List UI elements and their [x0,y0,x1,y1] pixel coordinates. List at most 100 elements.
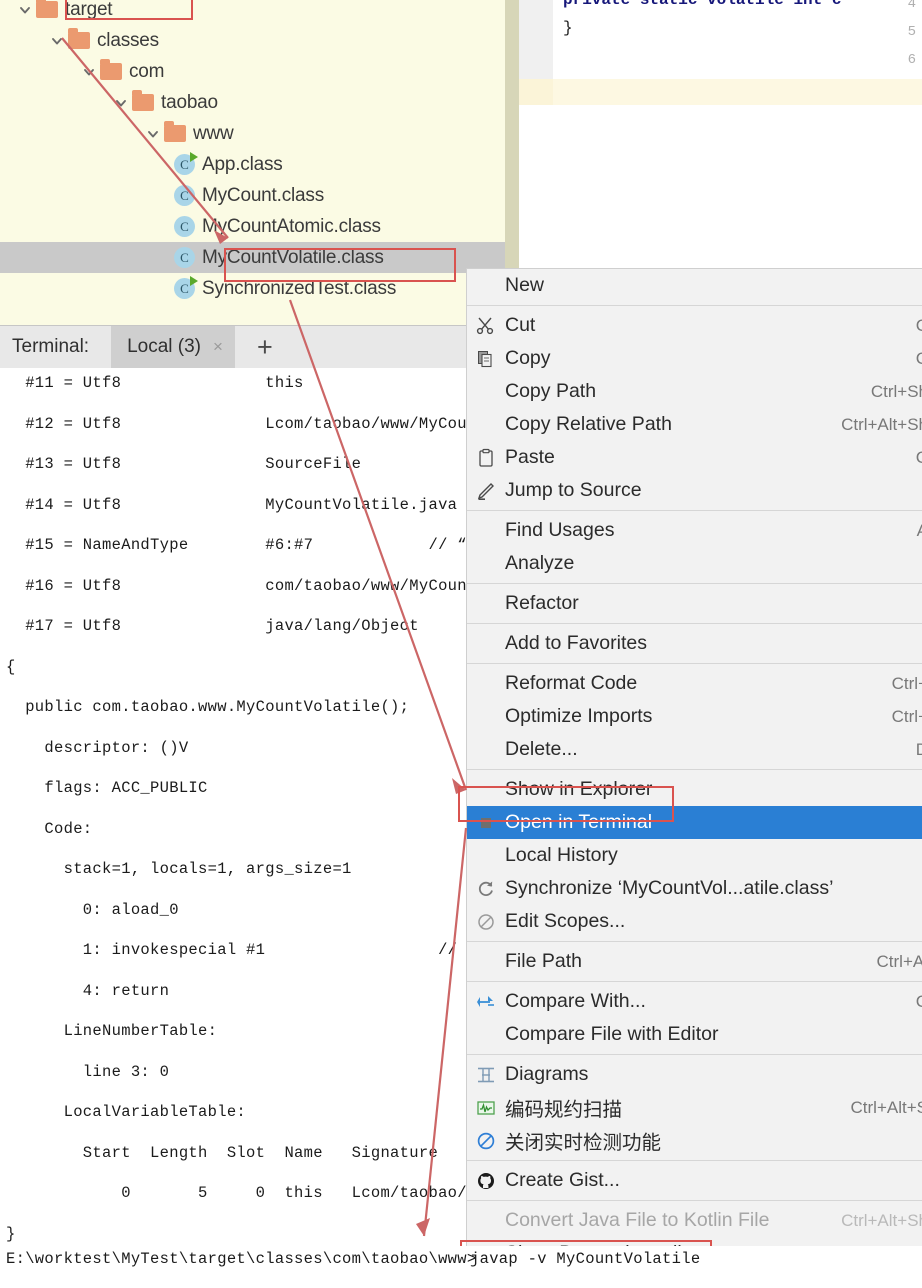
tree-item-mycount-class[interactable]: CMyCount.class [0,180,505,211]
no-icon [471,410,501,440]
menu-item-shortcut: Ctrl+Alt+S [851,1098,922,1118]
menu-separator [467,981,922,982]
menu-item-diagrams[interactable]: Diagrams [467,1058,922,1091]
editor-vertical-scrollbar[interactable] [505,0,519,268]
menu-item-open-in-terminal[interactable]: Open in Terminal [467,806,922,839]
menu-item-copy[interactable]: CopyC [467,342,922,375]
menu-item-label: Synchronize ‘MyCountVol...atile.class’ [505,877,833,900]
menu-item-local-history[interactable]: Local History [467,839,922,872]
folder-icon [36,1,58,18]
java-class-runnable-icon: C [174,278,195,299]
no-icon [471,549,501,579]
menu-item-edit-scopes[interactable]: Edit Scopes... [467,905,922,938]
menu-item-compare-with[interactable]: Compare With...C [467,985,922,1018]
menu-item-label: 关闭实时检测功能 [505,1126,661,1155]
menu-item-label: Create Gist... [505,1169,620,1192]
terminal-output-line: LineNumberTable: [6,1022,217,1040]
terminal-output-line: { [6,658,16,676]
menu-item-shortcut: Ctrl+Al [877,952,922,972]
no-icon [471,629,501,659]
menu-item-jump-to-source[interactable]: Jump to Source [467,474,922,507]
scissors-icon [471,311,501,341]
menu-item-label: Paste [505,446,555,469]
tree-item-com[interactable]: com [0,56,505,87]
pencil-icon [471,476,501,506]
editor-caret-line [553,79,922,105]
menu-item-delete[interactable]: Delete...D [467,733,922,766]
menu-item-label: Show in Explorer [505,778,652,801]
menu-item-label: Jump to Source [505,479,642,502]
no-icon [471,841,501,871]
menu-item-label: Copy [505,347,551,370]
menu-item-编码规约扫描[interactable]: 编码规约扫描 Ctrl+Alt+S [467,1091,922,1124]
menu-item-paste[interactable]: Paste C [467,441,922,474]
menu-item-create-gist[interactable]: Create Gist... [467,1164,922,1197]
menu-item-label: Analyze [505,552,574,575]
menu-item-optimize-imports[interactable]: Optimize ImportsCtrl+ [467,700,922,733]
folder-icon [164,125,186,142]
no-icon [471,516,501,546]
editor-caret-gutter [519,79,553,105]
menu-item-label: Optimize Imports [505,705,652,728]
menu-item-label: Compare With... [505,990,646,1013]
tree-item-app-class[interactable]: CApp.class [0,149,505,180]
menu-item-cut[interactable]: CutC [467,309,922,342]
folder-icon [132,94,154,111]
menu-item-analyze[interactable]: Analyze [467,547,922,580]
plus-icon[interactable]: + [257,334,273,361]
menu-item-convert-java-file-to-kotlin-file[interactable]: Convert Java File to Kotlin FileCtrl+Alt… [467,1204,922,1237]
tree-item-synchronizedtest-class[interactable]: CSynchronizedTest.class [0,273,505,304]
menu-separator [467,583,922,584]
terminal-output[interactable]: #11 = Utf8 this #12 = Utf8 Lcom/taobao/w… [0,368,505,1288]
chevron-down-icon[interactable] [78,61,100,83]
menu-item-label: Copy Path [505,380,596,403]
tree-item-mycountatomic-class[interactable]: CMyCountAtomic.class [0,211,505,242]
menu-item-copy-path[interactable]: Copy Path Ctrl+Sh [467,375,922,408]
disable-icon [471,1126,501,1156]
tree-item-www[interactable]: www [0,118,505,149]
menu-item-shortcut: Ctrl+Sh [871,382,922,402]
menu-item-关闭实时检测功能[interactable]: 关闭实时检测功能 [467,1124,922,1157]
menu-item-compare-file-with-editor[interactable]: Compare File with Editor [467,1018,922,1051]
compare-icon [471,987,501,1017]
refresh-icon [471,874,501,904]
no-icon [471,1206,501,1236]
chevron-down-icon[interactable] [46,30,68,52]
menu-item-copy-relative-path[interactable]: Copy Relative PathCtrl+Alt+Sh [467,408,922,441]
menu-item-add-to-favorites[interactable]: Add to Favorites [467,627,922,660]
menu-separator [467,1200,922,1201]
menu-item-refactor[interactable]: Refactor [467,587,922,620]
terminal-tab-local[interactable]: Local (3) × [111,326,235,369]
chevron-down-icon[interactable] [142,123,164,145]
menu-item-label: 编码规约扫描 [505,1093,622,1122]
terminal-tab-label: Local (3) [127,336,201,358]
chevron-down-icon[interactable] [110,92,132,114]
tree-item-mycountvolatile-class[interactable]: CMyCountVolatile.class [0,242,505,273]
menu-item-new[interactable]: New [467,269,922,302]
terminal-output-line: Start Length Slot Name Signature [6,1144,438,1162]
chevron-down-icon[interactable] [14,0,36,21]
menu-item-label: Edit Scopes... [505,910,625,933]
close-icon[interactable]: × [213,337,223,357]
tree-item-taobao[interactable]: taobao [0,87,505,118]
tree-item-label: taobao [161,92,218,114]
menu-item-file-path[interactable]: File PathCtrl+Al [467,945,922,978]
menu-item-shortcut: C [916,448,922,468]
menu-item-label: Reformat Code [505,672,637,695]
java-class-runnable-icon: C [174,154,195,175]
tree-item-classes[interactable]: classes [0,25,505,56]
menu-separator [467,623,922,624]
menu-item-synchronize-mycountvol-atile-class[interactable]: Synchronize ‘MyCountVol...atile.class’ [467,872,922,905]
file-context-menu[interactable]: New CutC CopyCCopy PathCtrl+ShCopy Relat… [466,268,922,1288]
menu-item-find-usages[interactable]: Find UsagesA [467,514,922,547]
menu-item-reformat-code[interactable]: Reformat CodeCtrl+ [467,667,922,700]
no-icon [471,271,501,301]
menu-item-label: Copy Relative Path [505,413,672,436]
terminal-command-input[interactable]: javap -v MyCountVolatile [470,1250,700,1268]
tree-item-label: com [129,61,164,83]
terminal-output-line: LocalVariableTable: [6,1103,246,1121]
terminal-prompt-path-visible: E:\worktest\MyTest\target\classes\com\ta… [6,1250,476,1268]
terminal-output-line: descriptor: ()V [6,739,188,757]
tree-item-target[interactable]: target [0,0,505,25]
menu-item-show-in-explorer[interactable]: Show in Explorer [467,773,922,806]
